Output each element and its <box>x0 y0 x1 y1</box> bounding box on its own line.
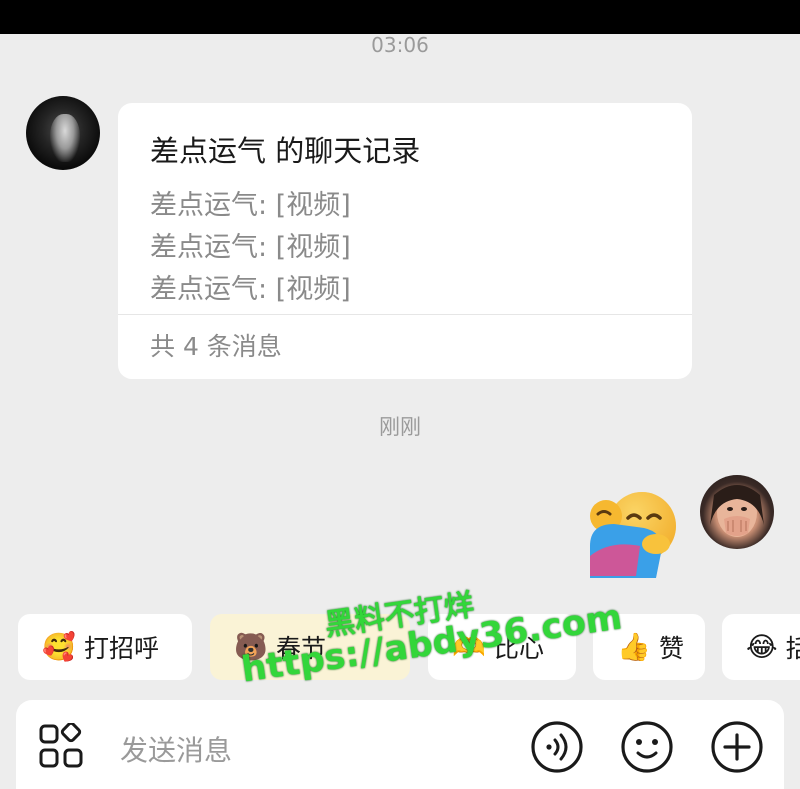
avatar-figure <box>50 114 80 162</box>
message-input[interactable]: 发送消息 <box>120 729 232 769</box>
grid-apps-icon[interactable] <box>38 723 84 769</box>
voice-icon[interactable] <box>530 720 584 774</box>
chat-history-line: 差点运气: [视频] <box>150 232 351 263</box>
chat-history-card[interactable]: 差点运气 的聊天记录 差点运气: [视频] 差点运气: [视频] 差点运气: [… <box>118 103 692 379</box>
quick-reply-emoji: 😂 <box>746 631 778 663</box>
quick-reply-label: 赞 <box>659 634 685 663</box>
quick-reply-chip[interactable]: 🫶 比心 <box>428 614 576 680</box>
quick-reply-chip[interactable]: 😂 括 <box>722 614 800 680</box>
quick-reply-bar: 🥰 打招呼 🐻 春节 🫶 比心 👍 赞 😂 括 <box>0 614 800 682</box>
my-avatar[interactable] <box>700 475 774 549</box>
quick-reply-emoji: 🐻 <box>234 632 268 663</box>
hugging-face-emoji[interactable] <box>584 486 682 582</box>
quick-reply-chip[interactable]: 👍 赞 <box>593 614 705 680</box>
quick-reply-chip[interactable]: 🥰 打招呼 <box>18 614 192 680</box>
quick-reply-emoji: 🥰 <box>42 632 76 663</box>
message-timestamp-recent: 刚刚 <box>379 415 421 439</box>
quick-reply-emoji: 🫶 <box>452 632 486 663</box>
quick-reply-chip[interactable]: 🐻 春节 <box>210 614 410 680</box>
chat-history-title: 差点运气 的聊天记录 <box>150 134 421 168</box>
card-divider <box>118 314 692 315</box>
chat-history-count: 共 4 条消息 <box>150 332 282 361</box>
avatar-photo <box>710 485 764 537</box>
quick-reply-label: 打招呼 <box>84 634 160 663</box>
quick-reply-label: 比心 <box>494 634 545 663</box>
message-timestamp: 03:06 <box>371 33 429 57</box>
chat-history-line: 差点运气: [视频] <box>150 190 351 221</box>
quick-reply-emoji: 👍 <box>617 632 651 663</box>
chat-history-line: 差点运气: [视频] <box>150 274 351 305</box>
quick-reply-label: 春节 <box>276 634 327 663</box>
status-bar <box>0 0 800 34</box>
plus-icon[interactable] <box>710 720 764 774</box>
sender-avatar[interactable] <box>26 96 100 170</box>
quick-reply-label: 括 <box>785 634 800 663</box>
message-composer: 发送消息 <box>16 700 784 789</box>
emoji-smile-icon[interactable] <box>620 720 674 774</box>
